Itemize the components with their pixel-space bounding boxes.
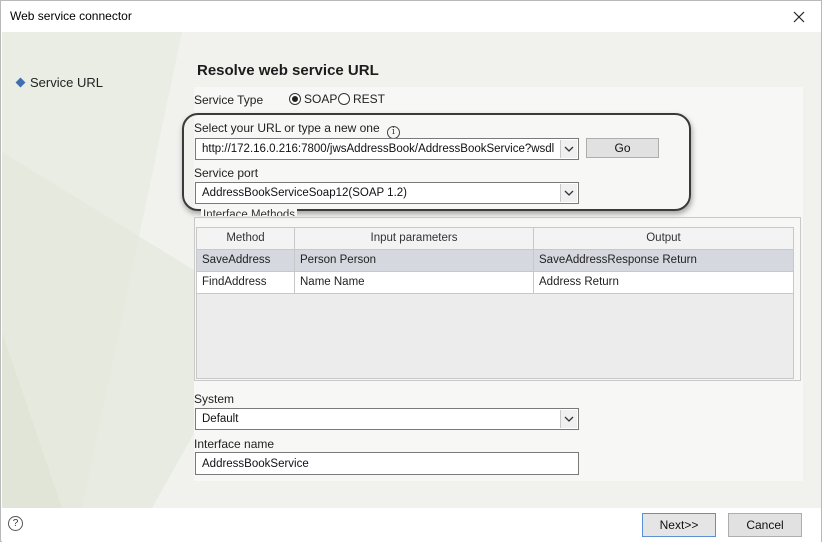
soap-radio[interactable]: SOAP	[289, 92, 337, 106]
info-icon[interactable]: i	[387, 125, 400, 139]
page-title: Resolve web service URL	[197, 62, 379, 79]
rest-radio-label: REST	[353, 92, 386, 106]
help-icon[interactable]: ?	[8, 516, 23, 531]
method-cell: SaveAddress	[197, 250, 295, 272]
column-header-output[interactable]: Output	[534, 228, 794, 250]
table-header-row: Method Input parameters Output	[197, 228, 794, 250]
system-dropdown-button[interactable]	[560, 410, 577, 428]
dialog-footer: ? Next>> Cancel	[2, 508, 821, 542]
close-icon	[793, 11, 805, 22]
cancel-button[interactable]: Cancel	[728, 513, 802, 537]
radio-checked-icon	[289, 93, 301, 105]
service-port-value: AddressBookServiceSoap12(SOAP 1.2)	[202, 187, 407, 199]
interface-name-input[interactable]	[195, 452, 579, 475]
window-title: Web service connector	[10, 9, 132, 23]
system-value: Default	[202, 413, 239, 425]
interface-name-label: Interface name	[194, 437, 275, 451]
table-row[interactable]: FindAddress Name Name Address Return	[197, 272, 794, 294]
method-cell: FindAddress	[197, 272, 295, 294]
service-port-label: Service port	[194, 166, 259, 180]
interface-methods-legend: Interface Methods	[201, 209, 298, 216]
service-port-combobox[interactable]: AddressBookServiceSoap12(SOAP 1.2)	[195, 182, 579, 204]
url-value: http://172.16.0.216:7800/jwsAddressBook/…	[202, 143, 555, 155]
system-label: System	[194, 392, 235, 406]
next-button[interactable]: Next>>	[642, 513, 716, 537]
url-dropdown-button[interactable]	[560, 140, 577, 158]
url-label: Select your URL or type a new one	[194, 121, 380, 135]
chevron-down-icon	[564, 190, 574, 196]
web-service-connector-dialog: Web service connector Service URL Resolv…	[0, 0, 822, 542]
url-combobox[interactable]: http://172.16.0.216:7800/jwsAddressBook/…	[195, 138, 579, 160]
close-button[interactable]	[777, 1, 821, 32]
input-parameters-cell: Name Name	[295, 272, 534, 294]
column-header-input-parameters[interactable]: Input parameters	[295, 228, 534, 250]
chevron-down-icon	[564, 416, 574, 422]
radio-unchecked-icon	[338, 93, 350, 105]
go-button[interactable]: Go	[586, 138, 659, 158]
service-type-label: Service Type	[194, 93, 264, 107]
sidebar-item-service-url[interactable]: Service URL	[15, 75, 103, 90]
title-bar: Web service connector	[1, 1, 821, 32]
table-row[interactable]: SaveAddress Person Person SaveAddressRes…	[197, 250, 794, 272]
output-cell: SaveAddressResponse Return	[534, 250, 794, 272]
step-bullet-icon	[15, 77, 26, 88]
system-combobox[interactable]: Default	[195, 408, 579, 430]
input-parameters-cell: Person Person	[295, 250, 534, 272]
service-port-dropdown-button[interactable]	[560, 184, 577, 202]
url-label-row: Select your URL or type a new one i	[194, 121, 400, 139]
interface-methods-table: Method Input parameters Output SaveAddre…	[196, 227, 794, 379]
rest-radio[interactable]: REST	[338, 92, 385, 106]
chevron-down-icon	[564, 146, 574, 152]
column-header-method[interactable]: Method	[197, 228, 295, 250]
soap-radio-label: SOAP	[304, 92, 338, 106]
output-cell: Address Return	[534, 272, 794, 294]
sidebar-item-label: Service URL	[30, 75, 103, 90]
